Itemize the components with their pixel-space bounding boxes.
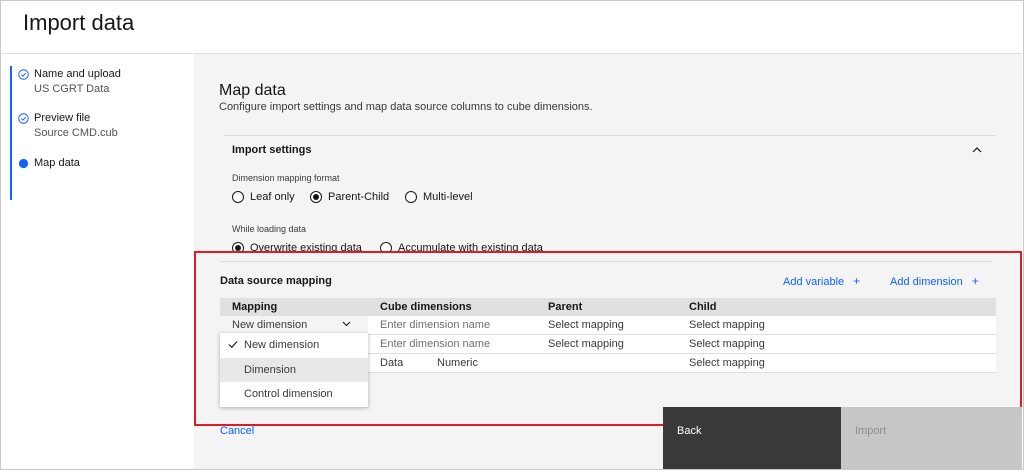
column-header-child: Child: [689, 301, 717, 313]
import-button[interactable]: Import: [841, 407, 1022, 469]
mapping-dropdown-menu: New dimension Dimension Control dimensio…: [220, 333, 368, 407]
radio-label: Multi-level: [423, 191, 473, 203]
data-source-mapping-heading: Data source mapping: [220, 275, 332, 287]
import-settings-heading[interactable]: Import settings: [232, 144, 311, 156]
radio-circle: [232, 191, 244, 203]
mapping-dropdown[interactable]: New dimension: [220, 316, 368, 334]
child-select[interactable]: Select mapping: [689, 319, 765, 331]
step-sublabel: US CGRT Data: [34, 83, 110, 95]
child-select[interactable]: Select mapping: [689, 357, 765, 369]
menu-item-label: Control dimension: [244, 388, 333, 400]
page-title: Import data: [23, 10, 135, 35]
radio-circle-selected: [310, 191, 322, 203]
radio-button-checked-icon: [18, 158, 29, 169]
chevron-up-icon[interactable]: [972, 146, 982, 154]
add-variable-label: Add variable: [783, 276, 845, 288]
plus-icon: +: [853, 274, 861, 288]
menu-item-label: Dimension: [244, 364, 296, 376]
section-title: Map data: [219, 82, 286, 99]
checkmark-outline-icon: [18, 69, 29, 80]
cube-dimension-input[interactable]: Enter dimension name: [380, 319, 490, 331]
plus-icon: +: [971, 274, 979, 288]
step-label: Map data: [34, 157, 80, 169]
stepper-progress-line: [10, 66, 12, 200]
step-label: Name and upload: [34, 68, 121, 80]
cube-dimension-input[interactable]: Enter dimension name: [380, 338, 490, 350]
menu-item-dimension[interactable]: Dimension: [220, 358, 368, 382]
mapping-format-label: Dimension mapping format: [232, 173, 340, 183]
chevron-down-icon: [342, 321, 351, 327]
cube-dimension-name: Data: [380, 357, 404, 369]
add-dimension-button[interactable]: Add dimension +: [890, 274, 979, 288]
mapping-dropdown-value: New dimension: [232, 319, 308, 331]
back-button[interactable]: Back: [663, 407, 841, 469]
step-label: Preview file: [34, 112, 91, 124]
parent-select[interactable]: Select mapping: [548, 319, 624, 331]
cube-dimension-type[interactable]: Numeric: [437, 357, 478, 369]
checkmark-outline-icon: [18, 113, 29, 124]
import-button-label: Import: [855, 425, 887, 437]
step-sublabel: Source CMD.cub: [34, 127, 118, 139]
add-variable-button[interactable]: Add variable +: [783, 274, 860, 288]
radio-label: Parent-Child: [328, 191, 390, 203]
table-header-row: Mapping Cube dimensions Parent Child: [220, 298, 996, 316]
add-dimension-label: Add dimension: [890, 276, 963, 288]
child-select[interactable]: Select mapping: [689, 338, 765, 350]
radio-label: Leaf only: [250, 191, 295, 203]
section-description: Configure import settings and map data s…: [219, 101, 593, 113]
divider: [224, 135, 996, 136]
parent-select[interactable]: Select mapping: [548, 338, 624, 350]
column-header-cube-dimensions: Cube dimensions: [380, 301, 472, 313]
column-header-parent: Parent: [548, 301, 583, 313]
column-header-mapping: Mapping: [232, 301, 278, 313]
back-button-label: Back: [677, 425, 702, 437]
progress-stepper: Name and upload US CGRT Data Preview fil…: [1, 54, 194, 469]
page-header: Import data: [1, 1, 1022, 54]
divider: [220, 261, 992, 262]
radio-circle: [405, 191, 417, 203]
data-source-mapping-panel: Data source mapping Add variable + Add di…: [194, 251, 1022, 426]
checkmark-icon: [228, 341, 238, 349]
loading-data-label: While loading data: [232, 224, 307, 234]
menu-item-label: New dimension: [244, 339, 320, 351]
menu-item-control-dimension[interactable]: Control dimension: [220, 382, 368, 406]
menu-item-new-dimension[interactable]: New dimension: [220, 333, 368, 357]
cancel-button[interactable]: Cancel: [220, 425, 254, 437]
